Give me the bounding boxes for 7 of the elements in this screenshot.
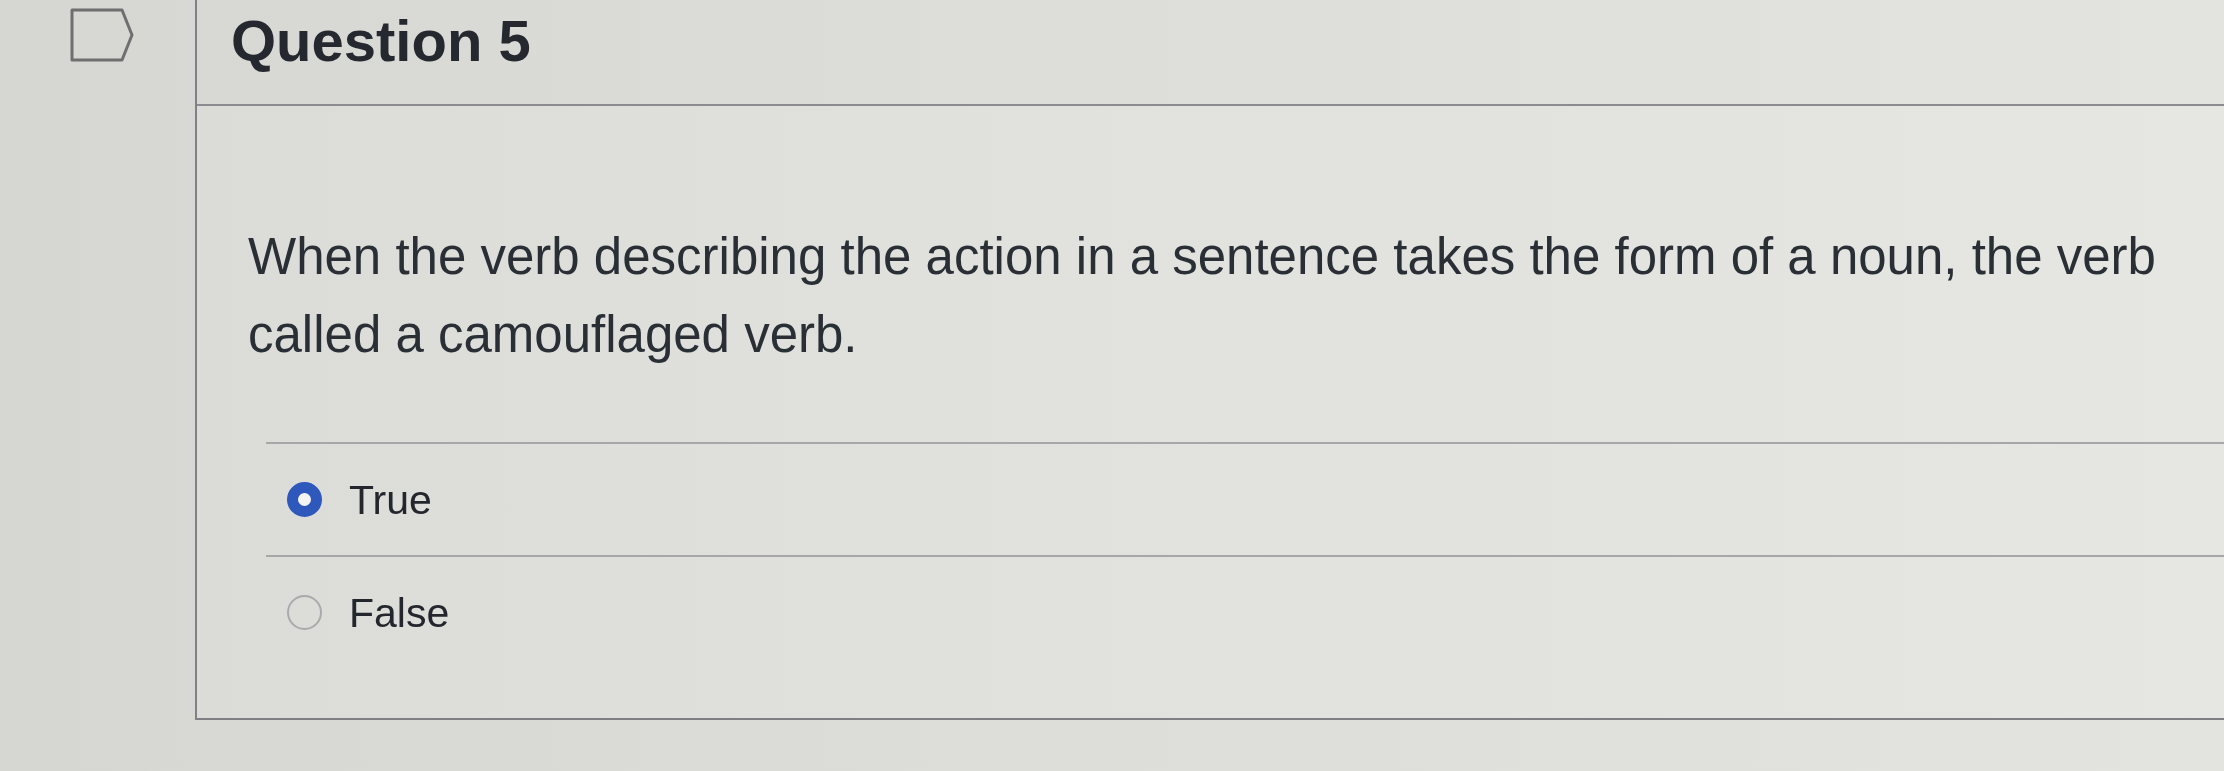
question-title: Question 5: [231, 8, 531, 74]
answer-label[interactable]: False: [349, 587, 450, 638]
radio-button[interactable]: [287, 595, 322, 630]
answer-label[interactable]: True: [349, 474, 432, 525]
question-text: When the verb describing the action in a sentence takes the form of a noun, the verb called a camouflaged verb.: [248, 227, 2157, 365]
radio-button[interactable]: [287, 482, 322, 517]
flag-icon[interactable]: [70, 7, 134, 63]
